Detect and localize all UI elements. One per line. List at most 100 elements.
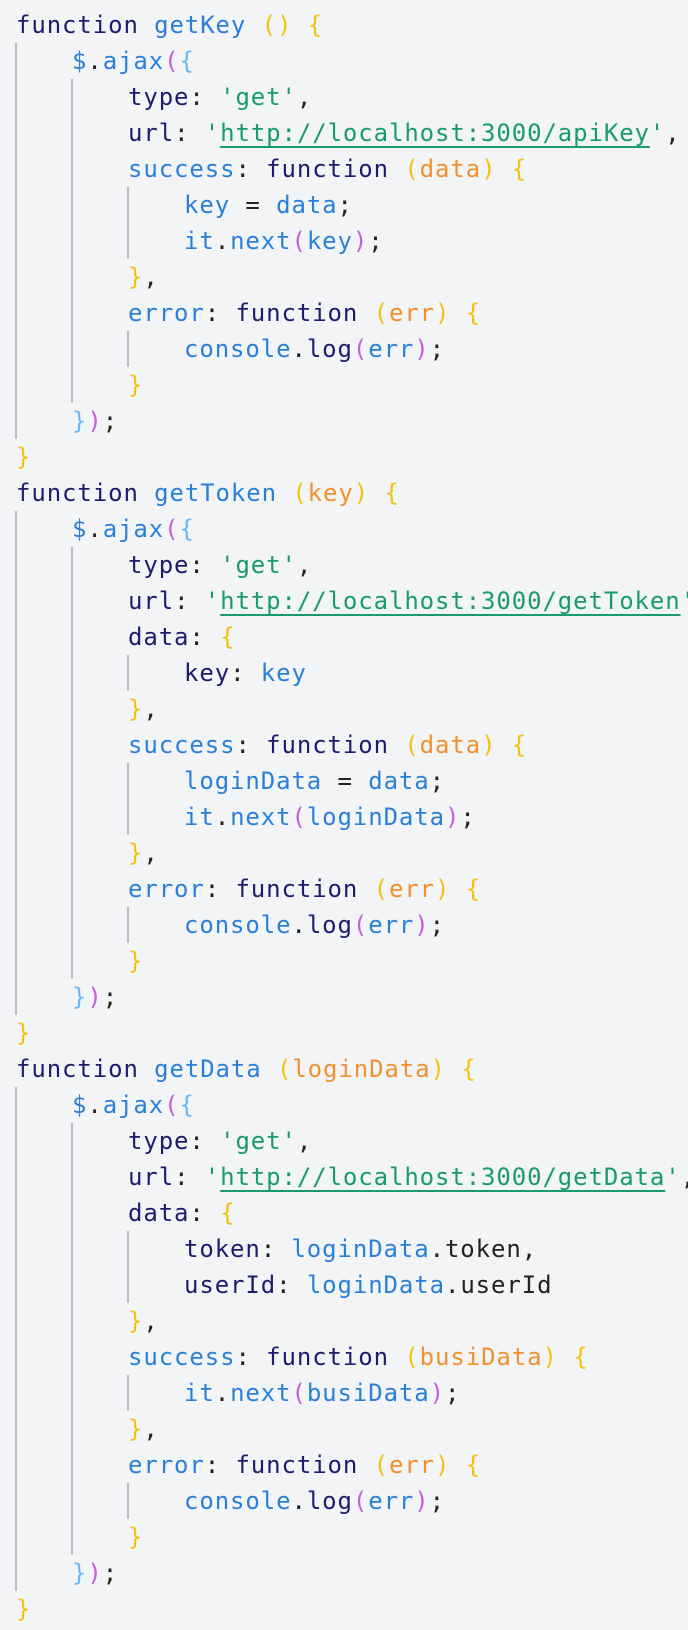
code-token: ) <box>87 983 103 1011</box>
code-token: url <box>128 119 175 147</box>
code-token: key <box>306 227 353 255</box>
code-token: , <box>143 695 159 723</box>
indent-guide <box>127 223 129 259</box>
code-token: . <box>87 515 103 543</box>
code-token: ; <box>429 911 446 939</box>
code-token: ; <box>429 767 445 795</box>
code-token: { <box>511 731 528 759</box>
code-token: : <box>189 83 221 111</box>
code-token: ) <box>481 155 497 183</box>
code-token: http://localhost:3000/getToken <box>220 587 681 615</box>
code-token: } <box>72 407 88 435</box>
indent-guide <box>15 1375 17 1411</box>
code-token: ) <box>414 335 430 363</box>
code-token: : <box>260 1235 292 1263</box>
code-token: ; <box>429 1487 446 1515</box>
code-token: ; <box>102 983 119 1011</box>
code-line: data: { <box>0 619 688 655</box>
code-token: . <box>214 227 231 255</box>
code-token: loginData <box>306 1271 445 1299</box>
code-token: console <box>184 1487 292 1515</box>
code-line: } <box>0 1591 688 1627</box>
code-token: err <box>368 335 415 363</box>
code-token: next <box>230 803 292 831</box>
code-token: it <box>184 227 215 255</box>
code-token: function <box>16 1055 139 1083</box>
code-token: ( <box>291 1379 307 1407</box>
code-line: error: function (err) { <box>0 871 688 907</box>
indent-guide <box>127 1267 129 1303</box>
code-token: ( <box>164 515 180 543</box>
indent-guide <box>15 1303 17 1339</box>
code-token: next <box>230 1379 292 1407</box>
code-token: ' <box>665 1163 681 1191</box>
code-token: : <box>235 1343 267 1371</box>
code-token: ) <box>353 479 370 507</box>
indent-guide <box>71 1447 73 1483</box>
indent-guide <box>71 223 73 259</box>
code-token: . <box>87 47 103 75</box>
code-line: type: 'get', <box>0 79 688 115</box>
code-token: { <box>384 479 400 507</box>
code-token: ( <box>352 1487 369 1515</box>
code-line: $.ajax({ <box>0 1087 688 1123</box>
code-token: ) <box>481 731 497 759</box>
indent-guide <box>71 1123 73 1159</box>
code-line: userId: loginData.userId <box>0 1267 688 1303</box>
code-token: ' <box>649 119 666 147</box>
code-line: success: function (data) { <box>0 151 688 187</box>
indent-guide <box>71 763 73 799</box>
indent-guide <box>71 187 73 223</box>
code-token: 'get' <box>220 551 297 579</box>
indent-guide <box>71 655 73 691</box>
indent-guide <box>15 115 17 151</box>
indent-guide <box>127 1483 129 1519</box>
code-token: error <box>128 875 205 903</box>
indent-guide <box>127 763 129 799</box>
code-token: , <box>296 551 313 579</box>
indent-guide <box>15 1159 17 1195</box>
indent-guide <box>15 187 17 223</box>
code-token: ( <box>404 1343 420 1371</box>
indent-guide <box>71 1231 73 1267</box>
code-token: { <box>307 11 324 39</box>
code-line: }, <box>0 1303 688 1339</box>
code-token: : <box>204 875 236 903</box>
code-line: }, <box>0 259 688 295</box>
code-token: : <box>174 1163 205 1191</box>
code-token: function <box>16 11 139 39</box>
code-line: console.log(err); <box>0 331 688 367</box>
code-line: $.ajax({ <box>0 43 688 79</box>
code-token: } <box>72 1559 88 1587</box>
indent-guide <box>127 655 129 691</box>
code-line: function getKey () { <box>0 7 688 43</box>
code-token: : <box>276 1271 307 1299</box>
code-token: ( <box>373 299 389 327</box>
indent-guide <box>15 871 17 907</box>
indent-guide <box>15 619 17 655</box>
code-token: userId <box>184 1271 277 1299</box>
indent-guide <box>15 1087 17 1123</box>
code-token: ( <box>261 11 277 39</box>
code-token: type <box>128 1127 190 1155</box>
indent-guide <box>127 1375 129 1411</box>
code-token: url <box>128 587 175 615</box>
code-token: ) <box>429 1379 445 1407</box>
indent-guide <box>71 331 73 367</box>
code-token: key <box>307 479 354 507</box>
code-token: data <box>276 191 338 219</box>
code-token: ; <box>444 1379 461 1407</box>
code-token: : <box>189 551 221 579</box>
code-token: . <box>214 803 231 831</box>
indent-guide <box>71 1267 73 1303</box>
code-line: } <box>0 943 688 979</box>
code-block: function getKey () {$.ajax({type: 'get',… <box>0 0 688 1630</box>
code-line: success: function (data) { <box>0 727 688 763</box>
code-token: loginData <box>306 803 445 831</box>
